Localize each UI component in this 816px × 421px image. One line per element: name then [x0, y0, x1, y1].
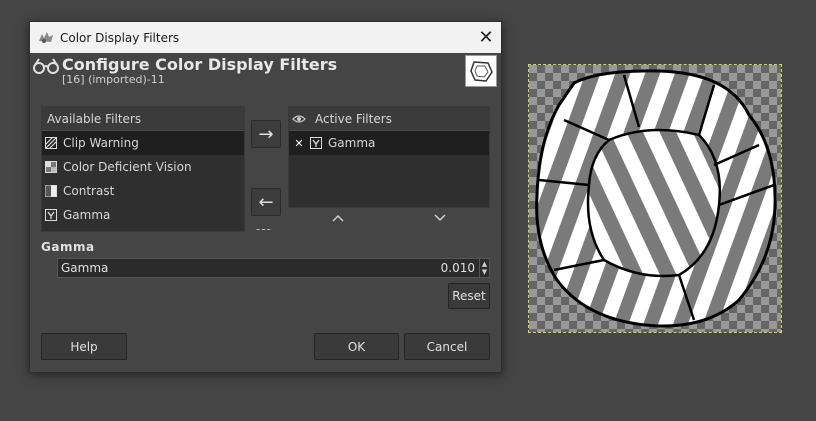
gamma-field-label: Gamma: [61, 261, 109, 275]
close-icon[interactable]: ✕: [471, 22, 501, 53]
arrow-right-icon: →: [258, 123, 274, 145]
spin-arrows-icon[interactable]: ▲ ▼: [479, 259, 489, 277]
gamma-icon: [310, 137, 322, 149]
gimp-wilber-icon: [39, 31, 53, 43]
page-title: Configure Color Display Filters: [62, 55, 338, 74]
ok-button[interactable]: OK: [314, 333, 399, 360]
image-artwork: [535, 69, 777, 328]
dialog-header: Configure Color Display Filters [16] (im…: [30, 53, 501, 91]
list-item-label: Color Deficient Vision: [63, 160, 192, 174]
list-item-label: Clip Warning: [63, 136, 139, 150]
active-filters-list[interactable]: Active Filters ✕ Gamma: [288, 106, 490, 208]
move-down-icon[interactable]: [434, 210, 446, 226]
contrast-icon: [45, 185, 57, 197]
list-item-contrast[interactable]: Contrast: [42, 179, 244, 203]
image-thumbnail-icon: [470, 61, 493, 82]
separator-dashes: ---: [256, 222, 272, 236]
image-thumbnail: [465, 55, 497, 87]
glasses-icon: [33, 58, 59, 74]
window-title: Color Display Filters: [60, 30, 180, 45]
list-item-gamma[interactable]: Gamma: [42, 203, 244, 227]
move-up-icon[interactable]: [332, 210, 344, 226]
gamma-spin-scale[interactable]: Gamma 0.010 ▲ ▼: [57, 258, 490, 278]
list-item-clip-warning[interactable]: Clip Warning: [42, 131, 244, 155]
gamma-value[interactable]: 0.010: [441, 261, 475, 275]
help-button[interactable]: Help: [41, 333, 127, 360]
active-filters-header-label: Active Filters: [315, 111, 392, 126]
spin-down-icon[interactable]: ▼: [482, 268, 487, 276]
cancel-button[interactable]: Cancel: [404, 333, 490, 360]
image-canvas[interactable]: [528, 64, 782, 333]
active-filters-header: Active Filters: [289, 107, 489, 131]
remove-filter-button[interactable]: ←: [251, 188, 281, 216]
available-filters-list[interactable]: Available Filters Clip Warning Color Def…: [41, 106, 245, 232]
list-item-label: Gamma: [63, 208, 111, 222]
clip-warning-icon: [45, 137, 57, 149]
reset-button[interactable]: Reset: [448, 283, 490, 309]
available-filters-header: Available Filters: [42, 107, 244, 131]
gamma-icon: [45, 209, 57, 221]
gamma-section-label: Gamma: [41, 240, 95, 254]
arrow-left-icon: ←: [258, 191, 274, 213]
color-deficient-vision-icon: [45, 161, 57, 173]
spin-up-icon[interactable]: ▲: [482, 260, 487, 268]
image-name: [16] (imported)-11: [62, 73, 165, 86]
list-item-label: Gamma: [328, 136, 376, 150]
list-item-label: Contrast: [63, 184, 115, 198]
add-filter-button[interactable]: →: [251, 120, 281, 148]
title-bar: Color Display Filters ✕: [30, 22, 501, 53]
list-item-color-deficient-vision[interactable]: Color Deficient Vision: [42, 155, 244, 179]
active-list-item-gamma[interactable]: ✕ Gamma: [289, 131, 489, 155]
color-display-filters-dialog: Color Display Filters ✕ Configure Color …: [29, 21, 502, 373]
enabled-check-icon[interactable]: ✕: [292, 137, 306, 150]
eye-icon: [292, 114, 306, 123]
